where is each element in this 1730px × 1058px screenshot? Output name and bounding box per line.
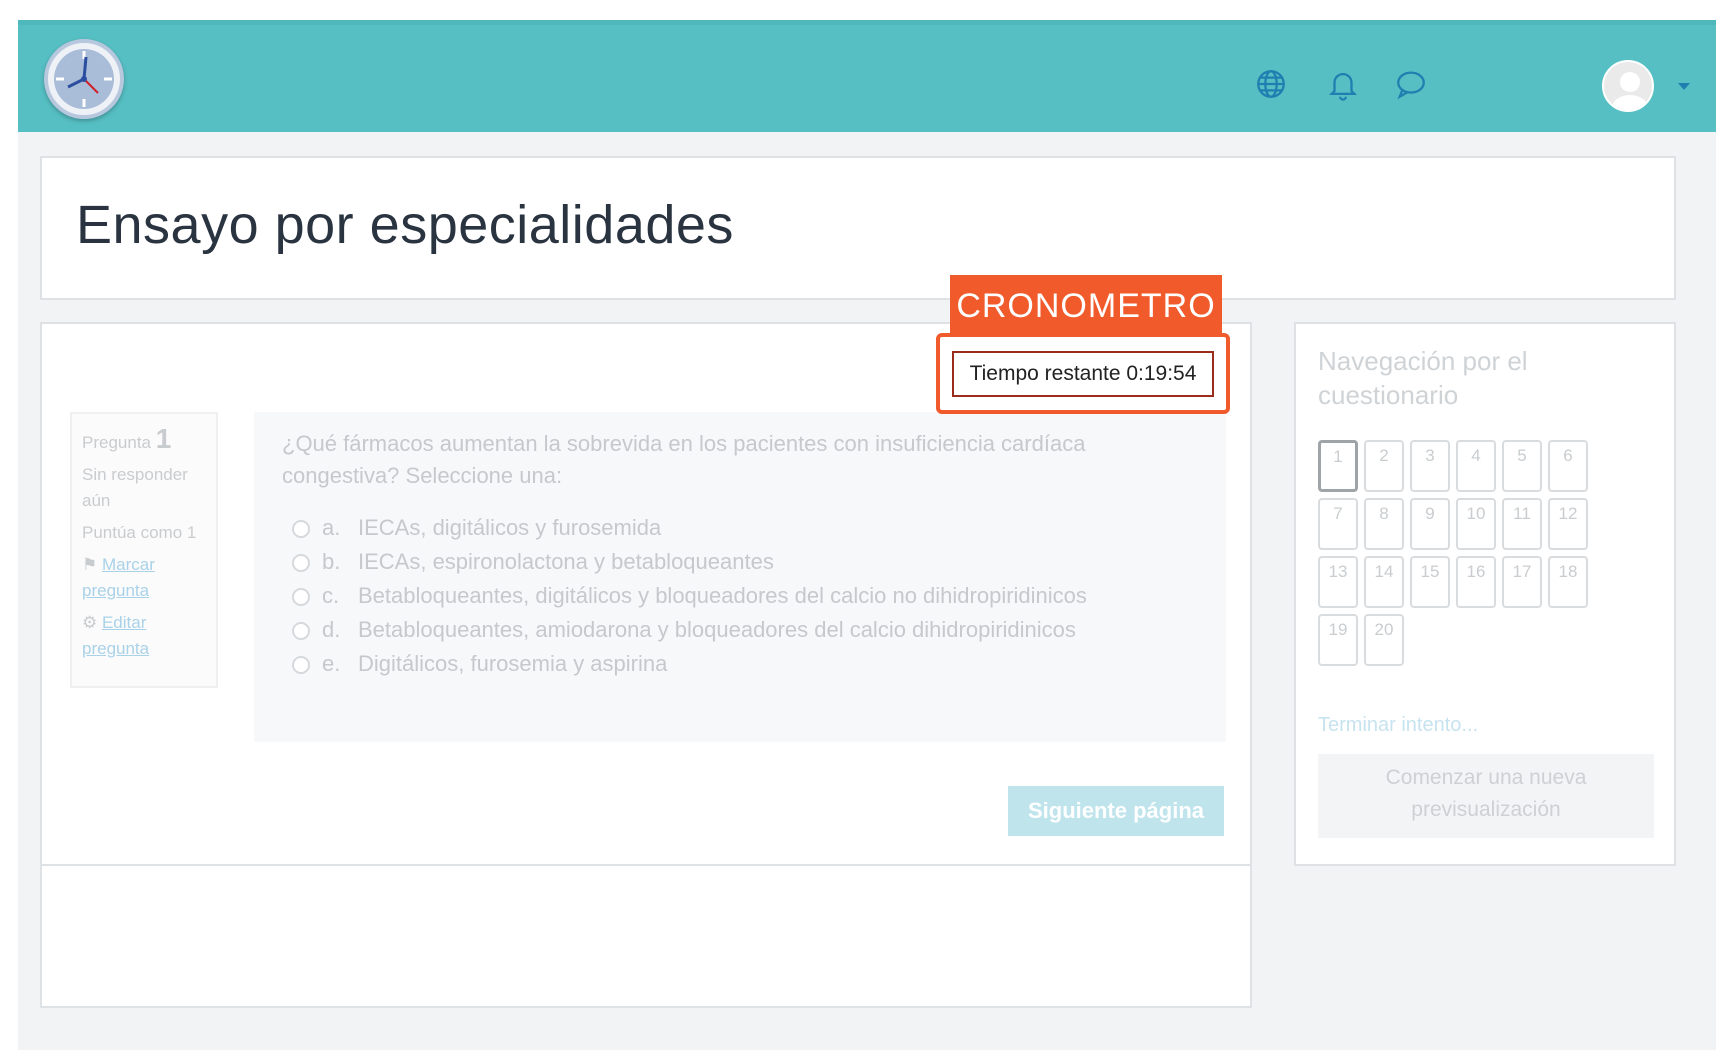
user-icon [1612, 72, 1648, 110]
new-preview-button[interactable]: Comenzar una nueva previsualización [1318, 754, 1654, 838]
flag-icon: ⚑ [82, 555, 102, 574]
question-info-panel: Pregunta 1 Sin responder aún Puntúa como… [70, 412, 218, 688]
question-nav-button[interactable]: 15 [1410, 556, 1450, 608]
finish-attempt-link[interactable]: Terminar intento... [1318, 714, 1478, 737]
question-nav-button[interactable]: 14 [1364, 556, 1404, 608]
question-nav-button[interactable]: 17 [1502, 556, 1542, 608]
option-text: Betabloqueantes, digitálicos y bloqueado… [358, 583, 1087, 608]
option-text: IECAs, espironolactona y betabloqueantes [358, 549, 774, 574]
question-nav-button[interactable]: 3 [1410, 440, 1450, 492]
question-text: ¿Qué fármacos aumentan la sobrevida en l… [282, 431, 1086, 488]
quiz-navigation-title: Navegación por el cuestionario [1318, 346, 1528, 410]
timer-display: Tiempo restante 0:19:54 [952, 351, 1214, 397]
question-number: Pregunta 1 [82, 423, 206, 456]
radio-button[interactable] [292, 656, 310, 674]
question-nav-button[interactable]: 10 [1456, 498, 1496, 550]
radio-button[interactable] [292, 588, 310, 606]
chevron-down-icon[interactable] [1678, 83, 1690, 90]
footer-card [40, 864, 1252, 1008]
question-nav-button[interactable]: 13 [1318, 556, 1358, 608]
page-header-card: Ensayo por especialidades [40, 156, 1676, 300]
question-nav-button[interactable]: 8 [1364, 498, 1404, 550]
quiz-navigation-panel: Navegación por el cuestionario 1 2 3 4 5… [1294, 322, 1676, 866]
radio-button[interactable] [292, 554, 310, 572]
cronometro-annotation-label: CRONOMETRO [950, 275, 1222, 337]
page-title: Ensayo por especialidades [76, 195, 734, 255]
option-letter: b. [322, 549, 341, 574]
chat-icon[interactable] [1394, 67, 1428, 101]
question-status: Sin responder aún [82, 465, 188, 510]
option-letter: d. [322, 617, 341, 642]
browser-frame: Ensayo por especialidades Pregunta 1 Sin… [18, 20, 1716, 1050]
option-letter: e. [322, 651, 341, 676]
question-label: Pregunta [82, 433, 151, 452]
option-letter: c. [322, 583, 340, 608]
next-page-button[interactable]: Siguiente página [1008, 786, 1224, 836]
question-content: ¿Qué fármacos aumentan la sobrevida en l… [254, 412, 1226, 742]
option-text: IECAs, digitálicos y furosemida [358, 515, 662, 540]
question-nav-button[interactable]: 5 [1502, 440, 1542, 492]
option-text: Digitálicos, furosemia y aspirina [358, 651, 668, 676]
user-avatar[interactable] [1602, 60, 1654, 112]
radio-button[interactable] [292, 520, 310, 538]
question-score: Puntúa como 1 [82, 523, 197, 542]
question-nav-button[interactable]: 11 [1502, 498, 1542, 550]
question-nav-button[interactable]: 20 [1364, 614, 1404, 666]
top-navbar [18, 20, 1716, 132]
globe-icon[interactable] [1254, 67, 1288, 101]
question-nav-button[interactable]: 4 [1456, 440, 1496, 492]
clock-hands [56, 51, 112, 107]
question-nav-button[interactable]: 9 [1410, 498, 1450, 550]
question-nav-button[interactable]: 1 [1318, 440, 1358, 492]
question-nav-button[interactable]: 16 [1456, 556, 1496, 608]
question-nav-button[interactable]: 18 [1548, 556, 1588, 608]
question-nav-button[interactable]: 2 [1364, 440, 1404, 492]
question-number-value: 1 [155, 423, 172, 454]
option-text: Betabloqueantes, amiodarona y bloqueador… [358, 617, 1076, 642]
gear-icon: ⚙ [82, 613, 102, 632]
option-letter: a. [322, 515, 341, 540]
edit-question[interactable]: ⚙ Editar pregunta [82, 610, 206, 662]
question-nav-button[interactable]: 12 [1548, 498, 1588, 550]
question-nav-button[interactable]: 19 [1318, 614, 1358, 666]
radio-button[interactable] [292, 622, 310, 640]
bell-icon[interactable] [1326, 67, 1360, 101]
clock-icon[interactable] [44, 39, 124, 119]
flag-question[interactable]: ⚑ Marcar pregunta [82, 552, 206, 604]
question-nav-button[interactable]: 6 [1548, 440, 1588, 492]
timer-highlight: Tiempo restante 0:19:54 [936, 333, 1230, 414]
question-nav-button[interactable]: 7 [1318, 498, 1358, 550]
